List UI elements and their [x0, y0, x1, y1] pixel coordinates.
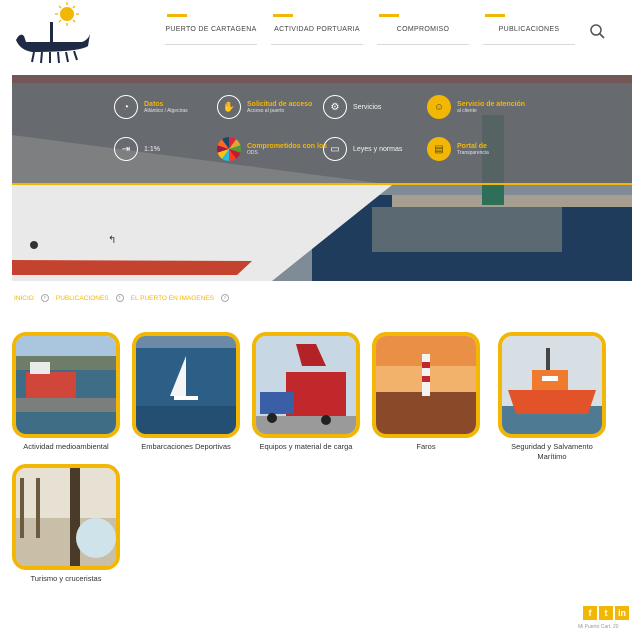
twitter-icon[interactable]: t	[599, 606, 613, 620]
gallery-card-label: Actividad medioambiental	[23, 442, 109, 451]
breadcrumb: INICIO › PUBLICACIONES › EL PUERTO EN IM…	[14, 294, 232, 302]
breadcrumb-home[interactable]: INICIO	[14, 295, 34, 302]
search-icon	[590, 24, 605, 39]
linkedin-icon[interactable]: in	[615, 606, 629, 620]
gauge-icon: ◔	[114, 95, 138, 119]
service-subtitle: ODS	[247, 149, 258, 156]
service-title: Portal de	[457, 142, 487, 150]
gallery-thumbnail	[132, 332, 240, 438]
gallery-card-faros[interactable]: Faros	[372, 332, 480, 452]
gallery-card-label: Seguridad y Salvamento Marítimo	[511, 442, 593, 461]
service-title: Datos	[144, 100, 164, 108]
gallery-card-medioambiental[interactable]: Actividad medioambiental	[12, 332, 120, 452]
hero-banner: ↰ ◔ Datos Atlántico / Algeciras ✋ Solicit…	[12, 75, 632, 281]
hand-icon: ✋	[217, 95, 241, 119]
service-title: Servicio de atención	[457, 100, 526, 108]
nav-label: COMPROMISO	[396, 25, 450, 33]
service-title: Servicios	[353, 103, 382, 111]
gallery-thumbnail	[252, 332, 360, 438]
gallery-card-turismo[interactable]: Turismo y cruceristas	[12, 464, 120, 584]
service-subtitle: al cliente	[457, 107, 477, 114]
gallery-card-label: Faros	[416, 442, 436, 451]
breadcrumb-publicaciones[interactable]: PUBLICACIONES	[56, 295, 109, 302]
portal-icon: ▤	[427, 137, 451, 161]
breadcrumb-current[interactable]: EL PUERTO EN IMAGENES	[131, 295, 214, 302]
gallery-thumbnail	[372, 332, 480, 438]
service-subtitle: Acceso al puerto	[247, 107, 285, 114]
gallery-thumbnail	[12, 332, 120, 438]
services-panel: ◔ Datos Atlántico / Algeciras ✋ Solicitud…	[12, 75, 632, 185]
service-solicitud-acceso[interactable]: ✋ Solicitud de acceso Acceso al puerto	[217, 95, 312, 119]
gallery-card-equipos[interactable]: Equipos y material de carga	[252, 332, 360, 452]
person-icon: ☺	[427, 95, 451, 119]
footer-note: Mi Puerto Cart. 20	[578, 624, 619, 630]
gallery-card-deportivas[interactable]: Embarcaciones Deportivas	[132, 332, 240, 452]
site-header: PUERTO DE CARTAGENA ACTIVIDAD PORTUARIA …	[0, 0, 632, 70]
search-button[interactable]	[588, 22, 606, 40]
gallery-thumbnail	[12, 464, 120, 570]
service-atencion-cliente[interactable]: ☺ Servicio de atención al cliente	[427, 95, 525, 119]
nav-label: ACTIVIDAD PORTUARIA	[274, 25, 360, 33]
gallery-card-label: Equipos y material de carga	[259, 442, 353, 451]
service-servicios[interactable]: ⚙ Servicios	[323, 95, 381, 119]
service-title: Comprometidos con los	[247, 142, 328, 150]
chevron-right-icon: ›	[40, 294, 49, 302]
sun-icon	[55, 2, 79, 26]
facebook-icon[interactable]: f	[583, 606, 597, 620]
nav-item-actividad[interactable]: ACTIVIDAD PORTUARIA	[271, 14, 363, 45]
sdg-wheel-icon	[217, 137, 241, 161]
service-subtitle: Atlántico / Algeciras	[144, 107, 188, 114]
service-subtitle: Transparencia	[457, 149, 489, 156]
port-logo[interactable]	[10, 2, 94, 66]
document-icon: ▭	[323, 137, 347, 161]
chevron-right-icon: ›	[220, 294, 229, 302]
service-datos[interactable]: ◔ Datos Atlántico / Algeciras	[114, 95, 188, 119]
chevron-right-icon: ›	[115, 294, 124, 302]
nav-label: PUBLICACIONES	[498, 25, 560, 33]
service-title: Solicitud de acceso	[247, 100, 313, 108]
service-acceso[interactable]: ⇥ 1:1%	[114, 137, 160, 161]
service-ods[interactable]: Comprometidos con los ODS	[217, 137, 327, 161]
gallery-card-label: Embarcaciones Deportivas	[141, 442, 231, 451]
social-links: f t in	[583, 606, 629, 620]
nav-item-publicaciones[interactable]: PUBLICACIONES	[483, 14, 575, 45]
gear-icon: ⚙	[323, 95, 347, 119]
gallery-card-seguridad[interactable]: Seguridad y Salvamento Marítimo	[498, 332, 606, 462]
service-portal-transparencia[interactable]: ▤ Portal de Transparencia	[427, 137, 489, 161]
galley-ship-icon	[16, 22, 90, 64]
main-nav: PUERTO DE CARTAGENA ACTIVIDAD PORTUARIA …	[165, 14, 575, 45]
service-title: 1:1%	[144, 145, 160, 153]
svg-text:↰: ↰	[108, 235, 116, 246]
login-icon: ⇥	[114, 137, 138, 161]
gallery-card-label: Turismo y cruceristas	[30, 574, 102, 583]
nav-item-puerto[interactable]: PUERTO DE CARTAGENA	[165, 14, 257, 45]
service-leyes-normas[interactable]: ▭ Leyes y normas	[323, 137, 402, 161]
service-title: Leyes y normas	[353, 145, 403, 153]
gallery-thumbnail	[498, 332, 606, 438]
nav-label: PUERTO DE CARTAGENA	[165, 25, 257, 33]
nav-item-compromiso[interactable]: COMPROMISO	[377, 14, 469, 45]
